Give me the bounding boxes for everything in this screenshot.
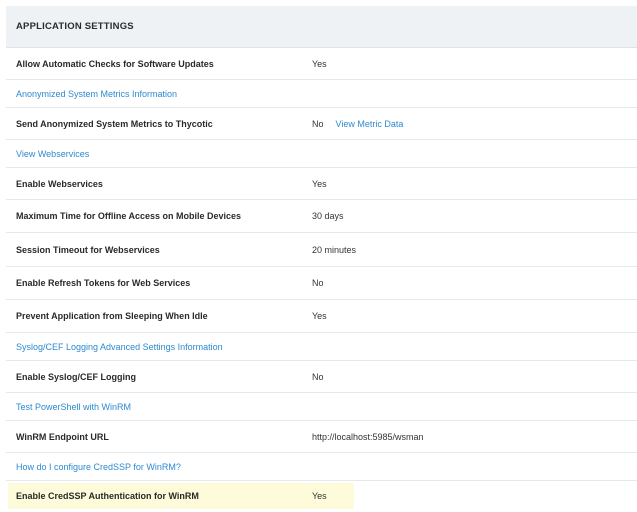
setting-label: Enable Syslog/CEF Logging bbox=[16, 371, 137, 382]
setting-label: Enable CredSSP Authentication for WinRM bbox=[16, 491, 199, 501]
application-settings-panel: APPLICATION SETTINGS Allow Automatic Che… bbox=[6, 6, 637, 512]
setting-row-credssp: Enable CredSSP Authentication for WinRM … bbox=[6, 481, 637, 511]
setting-row-winrm-endpoint: WinRM Endpoint URL http://localhost:5985… bbox=[6, 421, 637, 453]
setting-row-automatic-updates: Allow Automatic Checks for Software Upda… bbox=[6, 48, 637, 80]
view-metric-data-link[interactable]: View Metric Data bbox=[336, 119, 404, 129]
setting-value: Yes bbox=[312, 311, 327, 321]
setting-value: 20 minutes bbox=[312, 244, 357, 255]
setting-value: 30 days bbox=[312, 211, 344, 221]
link-row-syslog-info[interactable]: Syslog/CEF Logging Advanced Settings Inf… bbox=[6, 333, 637, 361]
section-title: APPLICATION SETTINGS bbox=[16, 21, 134, 32]
setting-value: Yes bbox=[312, 491, 327, 501]
setting-label: Prevent Application from Sleeping When I… bbox=[16, 311, 208, 321]
setting-row-offline-access: Maximum Time for Offline Access on Mobil… bbox=[6, 200, 637, 233]
setting-row-syslog-logging: Enable Syslog/CEF Logging No bbox=[6, 361, 637, 393]
setting-value: http://localhost:5985/wsman bbox=[312, 431, 424, 442]
setting-value: Yes bbox=[312, 58, 327, 69]
anonymized-metrics-info-link[interactable]: Anonymized System Metrics Information bbox=[16, 89, 177, 99]
setting-row-refresh-tokens: Enable Refresh Tokens for Web Services N… bbox=[6, 267, 637, 300]
setting-row-prevent-sleep: Prevent Application from Sleeping When I… bbox=[6, 300, 637, 333]
syslog-cef-info-link[interactable]: Syslog/CEF Logging Advanced Settings Inf… bbox=[16, 342, 223, 352]
setting-value: Yes bbox=[312, 178, 327, 189]
test-powershell-winrm-link[interactable]: Test PowerShell with WinRM bbox=[16, 402, 131, 412]
setting-row-send-metrics: Send Anonymized System Metrics to Thycot… bbox=[6, 108, 637, 140]
section-header: APPLICATION SETTINGS bbox=[6, 6, 637, 48]
setting-value: No bbox=[312, 371, 324, 382]
view-webservices-link[interactable]: View Webservices bbox=[16, 149, 89, 159]
link-row-view-webservices[interactable]: View Webservices bbox=[6, 140, 637, 168]
setting-label: Maximum Time for Offline Access on Mobil… bbox=[16, 211, 242, 221]
setting-label: Allow Automatic Checks for Software Upda… bbox=[16, 58, 214, 69]
setting-value: No bbox=[312, 278, 324, 288]
link-row-anonymized-metrics[interactable]: Anonymized System Metrics Information bbox=[6, 80, 637, 108]
setting-label: Send Anonymized System Metrics to Thycot… bbox=[16, 118, 213, 129]
setting-row-enable-webservices: Enable Webservices Yes bbox=[6, 168, 637, 200]
credssp-help-link[interactable]: How do I configure CredSSP for WinRM? bbox=[16, 462, 181, 472]
link-row-credssp-help[interactable]: How do I configure CredSSP for WinRM? bbox=[6, 453, 637, 481]
setting-label: WinRM Endpoint URL bbox=[16, 431, 109, 442]
setting-value: No bbox=[312, 118, 324, 129]
link-row-test-powershell[interactable]: Test PowerShell with WinRM bbox=[6, 393, 637, 421]
setting-label: Enable Refresh Tokens for Web Services bbox=[16, 278, 191, 288]
setting-label: Session Timeout for Webservices bbox=[16, 244, 160, 255]
setting-label: Enable Webservices bbox=[16, 178, 103, 189]
setting-row-session-timeout: Session Timeout for Webservices 20 minut… bbox=[6, 233, 637, 267]
